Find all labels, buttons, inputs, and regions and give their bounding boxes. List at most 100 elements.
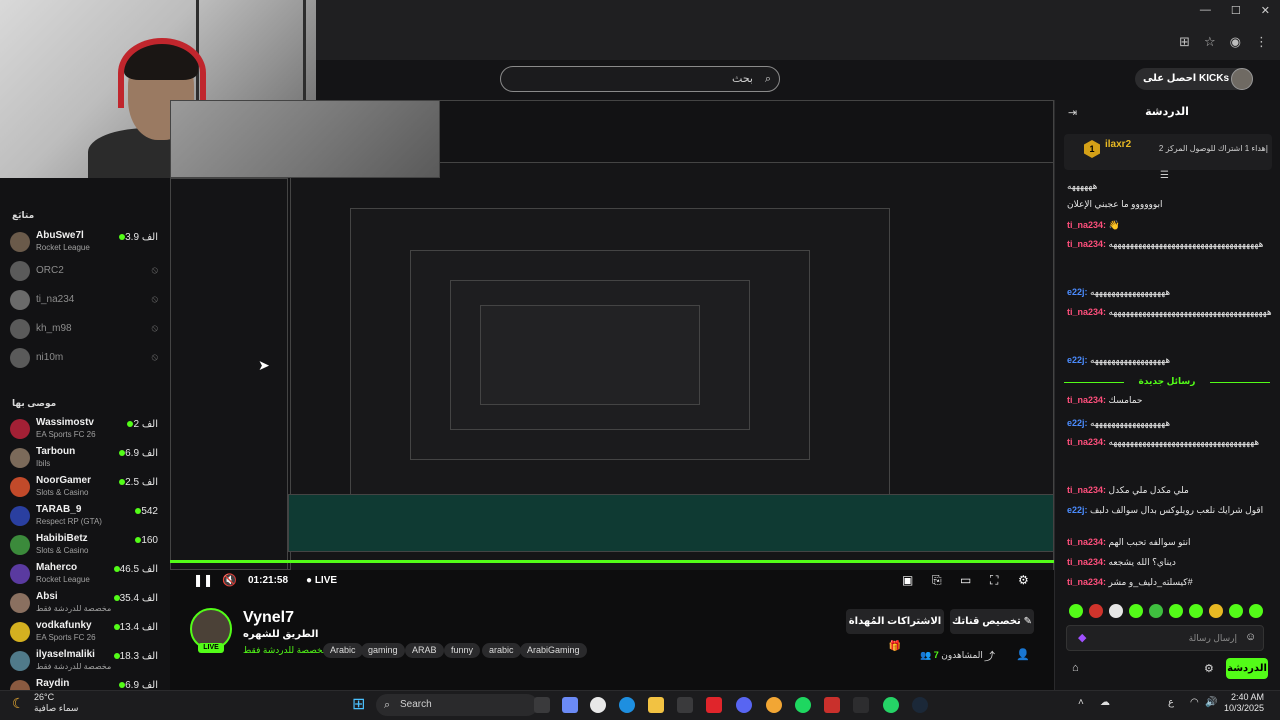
chat-username[interactable]: e22j:: [1067, 287, 1088, 297]
file-explorer-icon[interactable]: [648, 697, 664, 713]
app-icon[interactable]: [853, 697, 869, 713]
taskbar-search[interactable]: ⌕ Search: [376, 694, 538, 716]
taskbar-clock[interactable]: 2:40 AM 10/3/2025: [1214, 692, 1264, 714]
emote-icon[interactable]: [1209, 604, 1223, 618]
share-icon[interactable]: ⤴: [984, 648, 995, 664]
media-app-icon[interactable]: [824, 697, 840, 713]
sidebar-item-recommended[interactable]: Wassimostv EA Sports FC 26 2 الف: [0, 415, 170, 443]
chat-username[interactable]: ti_na234:: [1067, 537, 1106, 547]
stream-category[interactable]: مخصصة للدردشة فقط: [243, 645, 328, 656]
gifted-subs-button[interactable]: الاشتراكات المُهداة 🎁: [846, 609, 944, 652]
edge-icon[interactable]: [619, 697, 635, 713]
sidebar-item-recommended[interactable]: ilyaselmaliki مخصصة للدردشة فقط 18.3 الف: [0, 647, 170, 675]
app-icon[interactable]: [766, 697, 782, 713]
chat-username[interactable]: ti_na234:: [1067, 577, 1106, 587]
youtube-icon[interactable]: [706, 697, 722, 713]
spotify-icon[interactable]: [795, 697, 811, 713]
tray-chevron-icon[interactable]: ˄: [1078, 697, 1084, 708]
tag[interactable]: funny: [444, 643, 481, 658]
emote-icon[interactable]: [1069, 604, 1083, 618]
chat-input[interactable]: إرسال رسالة: [1066, 625, 1264, 651]
tag[interactable]: Arabic: [323, 643, 363, 658]
new-messages-divider[interactable]: رسائل جديدة: [1064, 376, 1270, 388]
progress-bar[interactable]: [170, 560, 1054, 563]
close-button[interactable]: ✕: [1261, 4, 1270, 17]
emote-icon[interactable]: [1169, 604, 1183, 618]
chat-send-button[interactable]: الدردشة: [1226, 658, 1268, 679]
chat-username[interactable]: e22j:: [1067, 355, 1088, 365]
emote-icon[interactable]: [1149, 604, 1163, 618]
emote-icon[interactable]: [1229, 604, 1243, 618]
chat-settings-icon[interactable]: ⚙: [1204, 662, 1214, 675]
sidebar-item-recommended[interactable]: Tarboun Ibils 6.9 الف: [0, 444, 170, 472]
emote-icon[interactable]: [1109, 604, 1123, 618]
steam-icon[interactable]: [912, 697, 928, 713]
user-avatar[interactable]: [1231, 68, 1253, 90]
chat-username[interactable]: e22j:: [1067, 505, 1088, 515]
sidebar-item-recommended[interactable]: vodkafunky EA Sports FC 26 13.4 الف: [0, 618, 170, 646]
theater-mode-icon[interactable]: ▣: [902, 573, 913, 587]
pinned-gift-leader[interactable]: 1 ilaxr2 إهداء 1 اشتراك للوصول المركز 2: [1064, 134, 1272, 170]
video-player[interactable]: [170, 100, 1054, 592]
channel-name: vodkafunky: [36, 620, 92, 631]
task-view-icon[interactable]: [534, 697, 550, 713]
sidebar-item-recommended[interactable]: Maherco Rocket League 46.5 الف: [0, 560, 170, 588]
bookmark-star-icon[interactable]: ☆: [1204, 34, 1216, 50]
menu-icon[interactable]: ⋮: [1255, 34, 1268, 50]
settings-icon[interactable]: ⚙: [1018, 573, 1029, 587]
sidebar-item-recommended[interactable]: HabibiBetz Slots & Casino 160: [0, 531, 170, 559]
emote-icon[interactable]: [1249, 604, 1263, 618]
emoji-icon[interactable]: ☺: [1245, 631, 1256, 643]
chat-username[interactable]: ti_na234:: [1067, 220, 1106, 230]
tray-app-icon[interactable]: ☁: [1100, 697, 1110, 708]
store-app-icon[interactable]: [677, 697, 693, 713]
chrome-icon[interactable]: [590, 697, 606, 713]
chat-username[interactable]: ti_na234:: [1067, 395, 1106, 405]
sidebar-item-recommended[interactable]: Raydin 6.9 الف: [0, 676, 170, 690]
sidebar-item-following[interactable]: ti_na234 ⦸: [0, 286, 170, 314]
sidebar-item-recommended[interactable]: TARAB_9 Respect RP (GTA) 542: [0, 502, 170, 530]
wifi-icon[interactable]: ◠: [1190, 697, 1199, 708]
store-icon[interactable]: ⌂: [1072, 662, 1079, 674]
chat-username[interactable]: ti_na234:: [1067, 307, 1106, 317]
emote-icon[interactable]: [1129, 604, 1143, 618]
pause-icon[interactable]: ❚❚: [193, 573, 213, 587]
miniplayer-icon[interactable]: ▭: [960, 573, 971, 587]
sidebar-item-following[interactable]: kh_m98 ⦸: [0, 315, 170, 343]
weather-widget[interactable]: 26°C سماء صافية: [34, 692, 78, 714]
chat-username[interactable]: e22j:: [1067, 418, 1088, 428]
tag[interactable]: ArabiGaming: [520, 643, 587, 658]
windows-start-icon[interactable]: ⊞: [352, 694, 365, 714]
follow-user-icon[interactable]: 👤: [1016, 648, 1030, 661]
chat-username[interactable]: ti_na234:: [1067, 485, 1106, 495]
search-input[interactable]: ⌕ بحث: [500, 66, 780, 92]
translate-icon[interactable]: ⊞: [1179, 34, 1190, 50]
emote-icon[interactable]: [1189, 604, 1203, 618]
sidebar-item-following[interactable]: AbuSwe7l Rocket League 3.9 الف: [0, 228, 170, 256]
tag[interactable]: ARAB: [405, 643, 444, 658]
copilot-icon[interactable]: [562, 697, 578, 713]
sidebar-item-following[interactable]: ORC2 ⦸: [0, 257, 170, 285]
chat-username[interactable]: ti_na234:: [1067, 437, 1106, 447]
profile-icon[interactable]: ◉: [1230, 34, 1241, 50]
minimize-button[interactable]: —: [1200, 4, 1211, 17]
tag[interactable]: gaming: [361, 643, 405, 658]
sidebar-item-following[interactable]: ni10m ⦸: [0, 344, 170, 372]
chat-username[interactable]: ti_na234:: [1067, 557, 1106, 567]
streamer-name[interactable]: Vynel7: [243, 609, 294, 627]
chat-username[interactable]: ti_na234:: [1067, 239, 1106, 249]
emote-icon[interactable]: [1089, 604, 1103, 618]
clip-icon[interactable]: ⎘: [932, 573, 942, 588]
sidebar-item-recommended[interactable]: Absi مخصصة للدردشة فقط 35.4 الف: [0, 589, 170, 617]
discord-icon[interactable]: [736, 697, 752, 713]
fullscreen-icon[interactable]: ⛶: [990, 573, 998, 588]
mute-icon[interactable]: 🔇: [222, 573, 237, 587]
sidebar-item-recommended[interactable]: NoorGamer Slots & Casino 2.5 الف: [0, 473, 170, 501]
customize-channel-button[interactable]: تخصيص قناتك ✎: [950, 609, 1034, 634]
whatsapp-icon[interactable]: [883, 697, 899, 713]
language-indicator[interactable]: ع: [1168, 697, 1174, 708]
maximize-button[interactable]: ☐: [1231, 4, 1241, 17]
kick-emote-icon[interactable]: ◆: [1078, 631, 1086, 644]
chat-text: 👋: [1108, 220, 1120, 230]
tag[interactable]: arabic: [482, 643, 521, 658]
